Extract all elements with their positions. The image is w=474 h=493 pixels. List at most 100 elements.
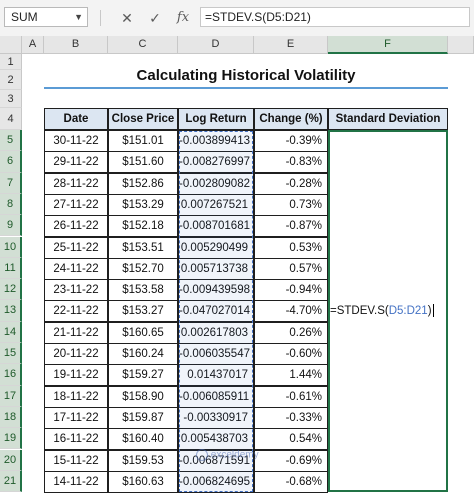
column-header-e[interactable]: E (254, 36, 328, 54)
date-cell[interactable]: 27-11-22 (44, 193, 108, 216)
close-price-cell[interactable]: $153.29 (108, 193, 178, 216)
name-box[interactable]: SUM ▼ (4, 7, 88, 27)
page-title: Calculating Historical Volatility (136, 67, 356, 84)
close-price-cell[interactable]: $153.58 (108, 279, 178, 302)
column-header-c[interactable]: C (108, 36, 178, 54)
row-header-8[interactable]: 8 (0, 193, 22, 216)
date-cell[interactable]: 23-11-22 (44, 279, 108, 302)
date-cell[interactable]: 17-11-22 (44, 406, 108, 429)
select-all-corner[interactable] (0, 36, 22, 54)
header-change: Change (%) (254, 108, 328, 130)
header-date: Date (44, 108, 108, 130)
row-header-15[interactable]: 15 (0, 343, 22, 365)
formula-prefix: =STDEV.S( (330, 305, 389, 317)
row-header-2[interactable]: 2 (0, 70, 22, 90)
watermark-logo: exceldemy (196, 449, 259, 461)
row-header-16[interactable]: 16 (0, 364, 22, 386)
change-cell[interactable]: -0.60% (254, 343, 328, 365)
change-cell[interactable]: -0.61% (254, 385, 328, 408)
row-header-17[interactable]: 17 (0, 385, 22, 407)
date-cell[interactable]: 22-11-22 (44, 300, 108, 323)
change-cell[interactable]: 0.73% (254, 193, 328, 216)
cancel-icon[interactable]: ✕ (117, 8, 137, 28)
column-header-a[interactable]: A (22, 36, 44, 54)
formula-input[interactable]: =STDEV.S(D5:D21) (200, 7, 470, 27)
watermark-text: exceldemy (210, 449, 259, 461)
formula-bar-area: SUM ▼ ✕ ✓ fx =STDEV.S(D5:D21) (0, 0, 474, 37)
column-header-d[interactable]: D (178, 36, 254, 54)
change-cell[interactable]: -0.39% (254, 130, 328, 152)
row-header-11[interactable]: 11 (0, 257, 22, 280)
change-cell[interactable]: 0.57% (254, 257, 328, 280)
row-header-14[interactable]: 14 (0, 321, 22, 343)
change-cell[interactable]: 0.54% (254, 428, 328, 451)
row-header-21[interactable]: 21 (0, 470, 22, 493)
row-header-13[interactable]: 13 (0, 300, 22, 322)
date-cell[interactable]: 14-11-22 (44, 470, 108, 493)
close-price-cell[interactable]: $153.51 (108, 236, 178, 259)
title-underline (44, 87, 448, 89)
insert-function-icon[interactable]: fx (173, 8, 193, 28)
date-cell[interactable]: 18-11-22 (44, 385, 108, 408)
change-cell[interactable]: -0.69% (254, 449, 328, 472)
row-header-12[interactable]: 12 (0, 279, 22, 301)
change-cell[interactable]: 0.26% (254, 321, 328, 344)
row-header-1[interactable]: 1 (0, 54, 22, 70)
close-price-cell[interactable]: $152.86 (108, 172, 178, 195)
date-cell[interactable]: 26-11-22 (44, 215, 108, 238)
close-price-cell[interactable]: $160.63 (108, 470, 178, 493)
date-cell[interactable]: 28-11-22 (44, 172, 108, 195)
column-header-b[interactable]: B (44, 36, 108, 54)
date-cell[interactable]: 15-11-22 (44, 449, 108, 472)
close-price-cell[interactable]: $159.27 (108, 364, 178, 387)
change-cell[interactable]: -4.70% (254, 300, 328, 323)
close-price-cell[interactable]: $153.27 (108, 300, 178, 323)
date-cell[interactable]: 21-11-22 (44, 321, 108, 344)
row-header-20[interactable]: 20 (0, 449, 22, 471)
header-log-return: Log Return (178, 108, 254, 130)
row-header-5[interactable]: 5 (0, 130, 22, 152)
close-price-cell[interactable]: $160.24 (108, 343, 178, 365)
close-price-cell[interactable]: $159.53 (108, 449, 178, 472)
row-header-19[interactable]: 19 (0, 428, 22, 450)
change-cell[interactable]: -0.87% (254, 215, 328, 238)
row-header-9[interactable]: 9 (0, 215, 22, 237)
chevron-down-icon[interactable]: ▼ (74, 8, 83, 26)
row-header-4[interactable]: 4 (0, 108, 22, 130)
row-header-10[interactable]: 10 (0, 236, 22, 258)
close-price-cell[interactable]: $152.70 (108, 257, 178, 280)
close-price-cell[interactable]: $160.65 (108, 321, 178, 344)
formula-suffix: ) (427, 305, 432, 317)
close-price-cell[interactable]: $159.87 (108, 406, 178, 429)
change-cell[interactable]: -0.94% (254, 279, 328, 302)
name-box-value: SUM (11, 10, 38, 24)
formula-reference: D5:D21 (388, 305, 428, 317)
row-header-18[interactable]: 18 (0, 406, 22, 429)
change-cell[interactable]: -0.33% (254, 406, 328, 429)
date-cell[interactable]: 29-11-22 (44, 151, 108, 174)
change-cell[interactable]: -0.68% (254, 470, 328, 493)
row-header-7[interactable]: 7 (0, 172, 22, 194)
close-price-cell[interactable]: $158.90 (108, 385, 178, 408)
change-cell[interactable]: -0.28% (254, 172, 328, 195)
date-cell[interactable]: 24-11-22 (44, 257, 108, 280)
text-cursor (432, 304, 434, 318)
row-header-6[interactable]: 6 (0, 151, 22, 173)
change-cell[interactable]: -0.83% (254, 151, 328, 174)
enter-icon[interactable]: ✓ (145, 8, 165, 28)
close-price-cell[interactable]: $151.60 (108, 151, 178, 174)
date-cell[interactable]: 20-11-22 (44, 343, 108, 365)
date-cell[interactable]: 19-11-22 (44, 364, 108, 387)
date-cell[interactable]: 25-11-22 (44, 236, 108, 259)
close-price-cell[interactable]: $160.40 (108, 428, 178, 451)
column-header-g[interactable] (448, 36, 474, 54)
formula-in-cell[interactable]: =STDEV.S(D5:D21) (330, 302, 446, 320)
date-cell[interactable]: 16-11-22 (44, 428, 108, 451)
change-cell[interactable]: 1.44% (254, 364, 328, 387)
column-header-f[interactable]: F (328, 36, 448, 54)
date-cell[interactable]: 30-11-22 (44, 130, 108, 152)
row-header-3[interactable]: 3 (0, 90, 22, 108)
change-cell[interactable]: 0.53% (254, 236, 328, 259)
close-price-cell[interactable]: $151.01 (108, 130, 178, 152)
close-price-cell[interactable]: $152.18 (108, 215, 178, 238)
